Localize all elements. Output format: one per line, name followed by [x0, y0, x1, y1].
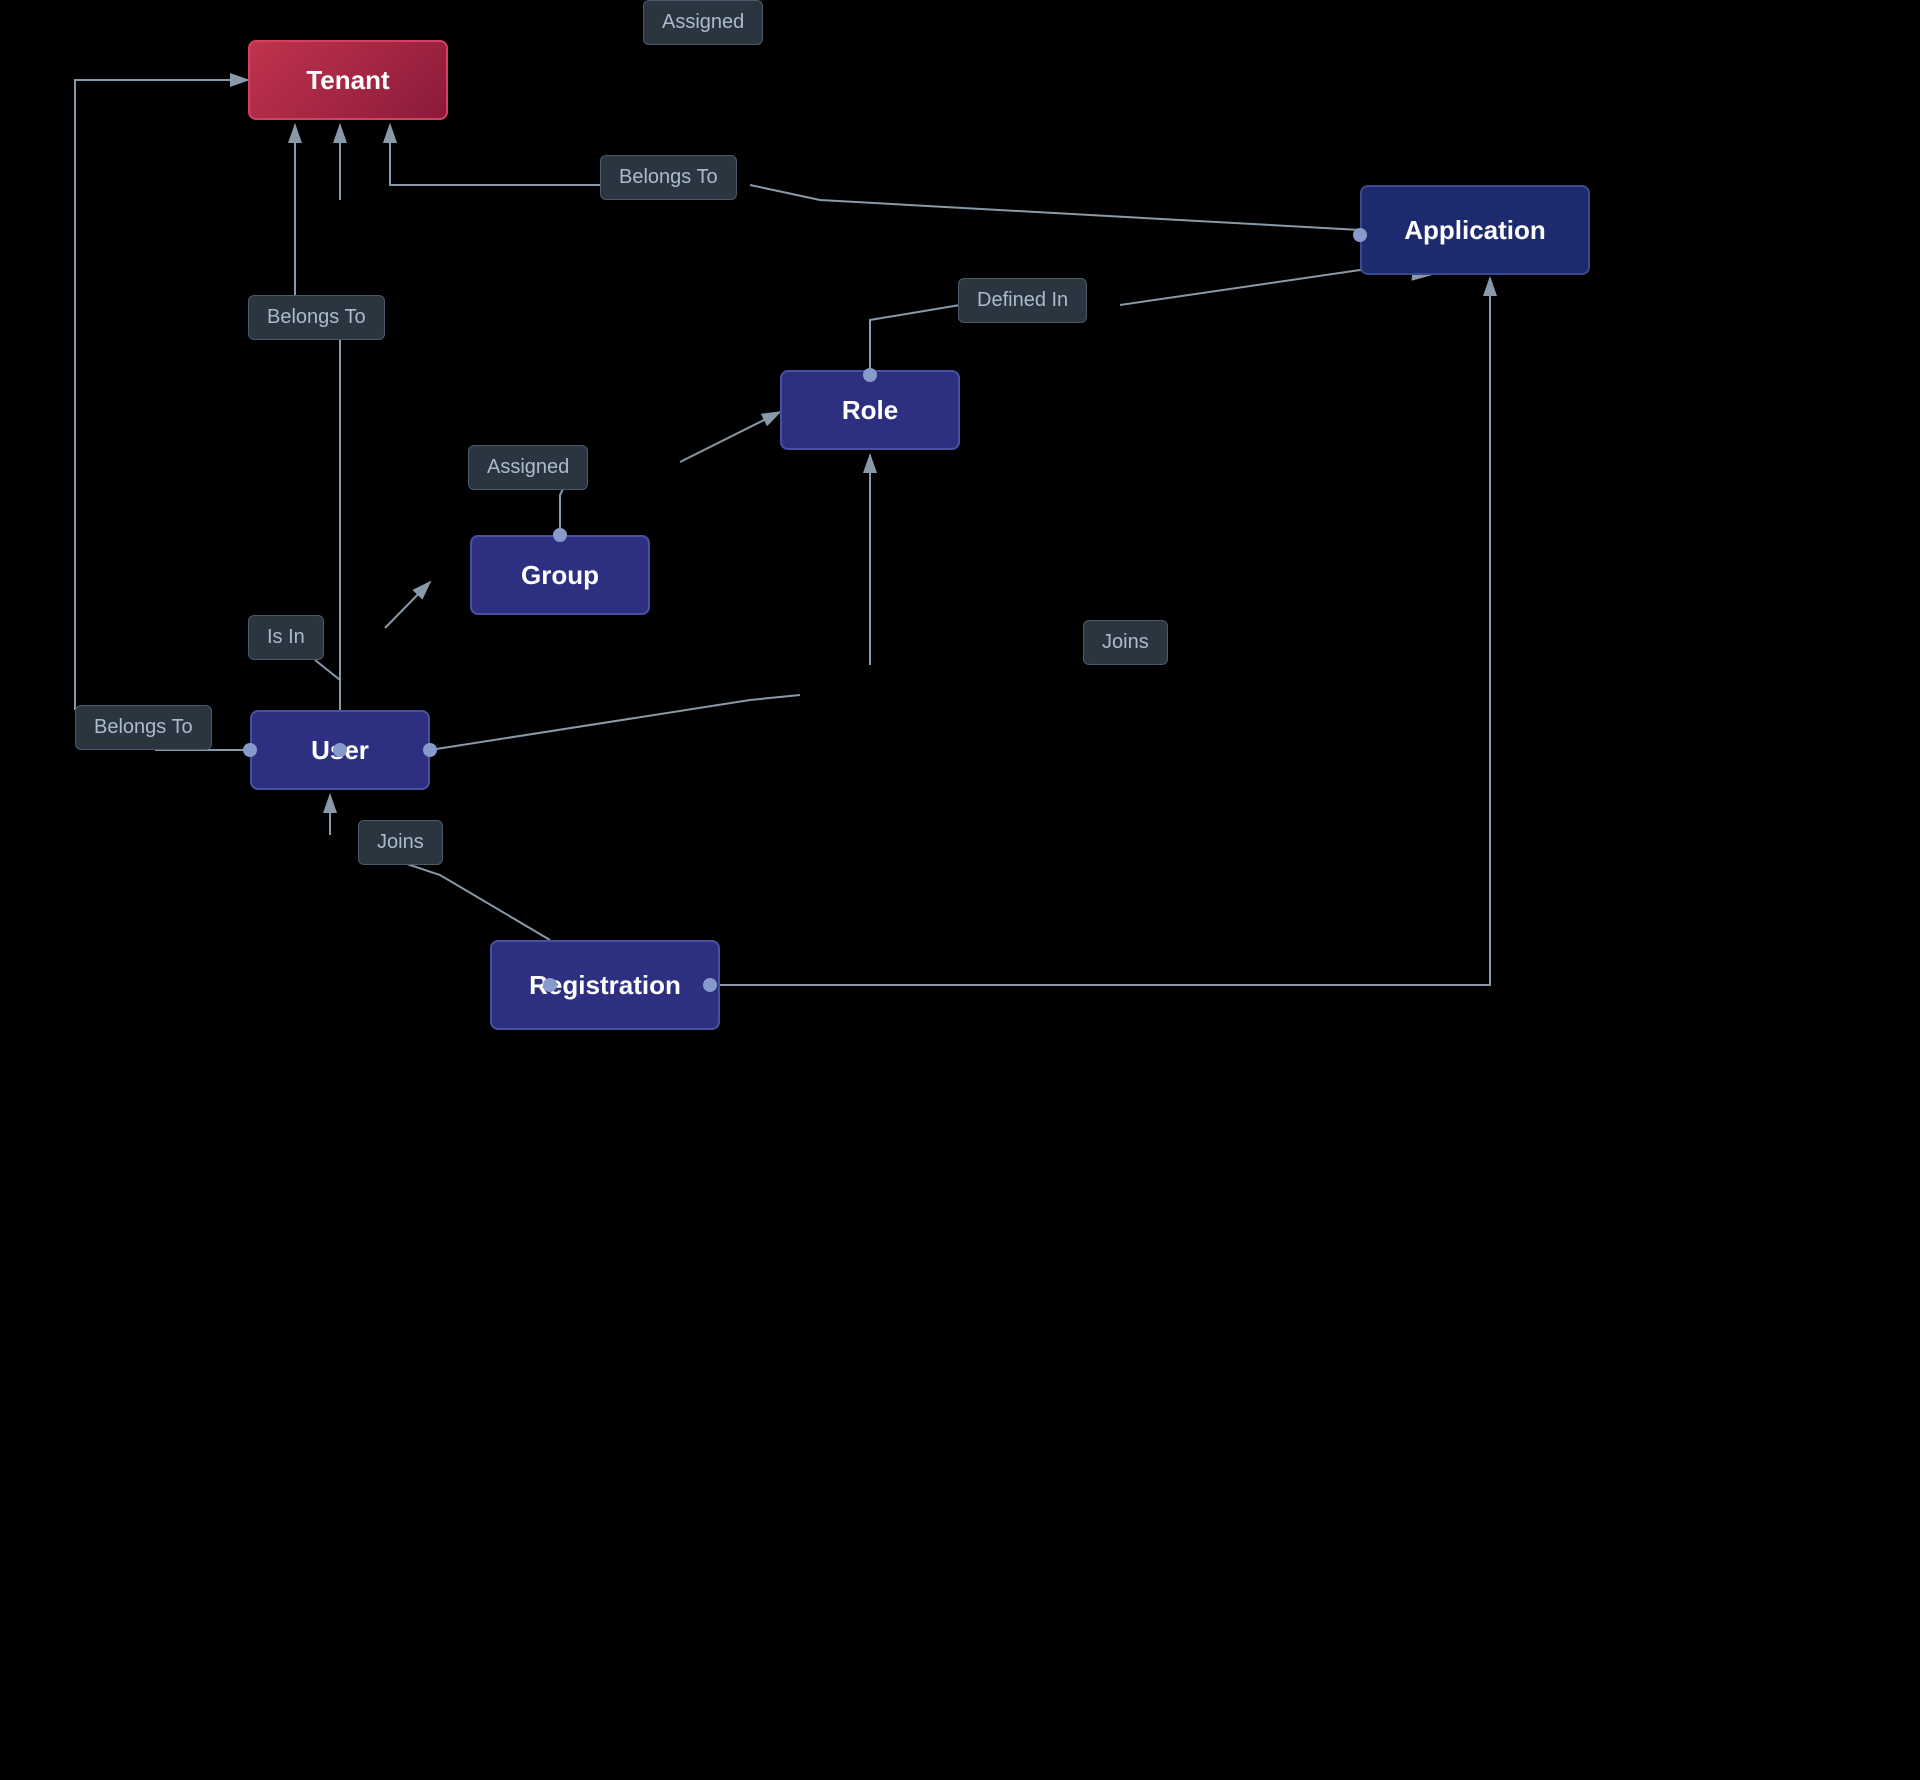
tenant-node[interactable]: Tenant	[248, 40, 448, 120]
user-left-dot	[243, 743, 257, 757]
belongs-to-label-top: Belongs To	[600, 155, 737, 200]
assigned-label-top: Assigned	[468, 445, 588, 490]
is-in-label: Is In	[248, 615, 324, 660]
belongs-to-label-middle: Belongs To	[248, 295, 385, 340]
belongs-to-label-left: Belongs To	[75, 705, 212, 750]
defined-in-label: Defined In	[958, 278, 1087, 323]
role-node[interactable]: Role	[780, 370, 960, 450]
application-left-dot	[1353, 228, 1367, 242]
joins-label-right: Joins	[1083, 620, 1168, 665]
diagram-container: Belongs To Belongs To Belongs To Defined…	[0, 0, 1920, 1780]
group-node[interactable]: Group	[470, 535, 650, 615]
user-bottom-dot	[333, 743, 347, 757]
registration-node[interactable]: Registration	[490, 940, 720, 1030]
group-top-dot	[553, 528, 567, 542]
registration-right-dot	[703, 978, 717, 992]
user-right-dot	[423, 743, 437, 757]
registration-left-dot	[543, 978, 557, 992]
assigned-label-bottom: Assigned	[643, 0, 763, 45]
application-node[interactable]: Application	[1360, 185, 1590, 275]
role-top-dot	[863, 368, 877, 382]
joins-label-bottom: Joins	[358, 820, 443, 865]
connections-svg	[0, 0, 1920, 1780]
